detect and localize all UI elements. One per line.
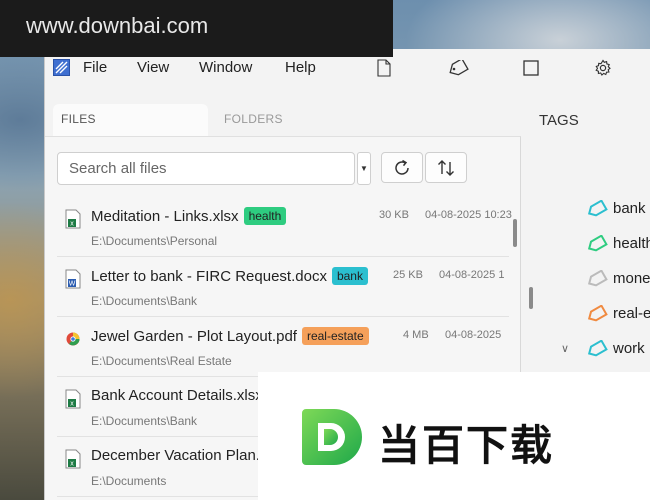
tag-icon [587,235,608,252]
file-path: E:\Documents\Bank [91,294,198,308]
watermark-banner-top: www.downbai.com [0,0,393,57]
tag-badge-health: health [243,207,287,225]
file-name: Meditation - Links.xlsx health [91,207,287,225]
sort-button[interactable] [425,152,467,183]
file-name: Jewel Garden - Plot Layout.pdf real-estat… [91,327,369,345]
excel-file-icon: x [65,209,81,229]
tag-badge-real-estate: real-estate [301,327,369,345]
file-path: E:\Documents [91,474,167,488]
tags-title: TAGS [539,112,579,129]
watermark-logo-icon [302,409,362,465]
file-size: 30 KB [379,209,409,221]
file-row-jewel-garden[interactable]: Jewel Garden - Plot Layout.pdf real-estat… [57,317,509,377]
file-path: E:\Documents\Personal [91,234,218,248]
file-name: December Vacation Plan.: [91,447,264,464]
file-date: 04-08-2025 10:23 [425,209,512,221]
file-date: 04-08-2025 1 [439,269,505,281]
app-logo-icon [53,59,70,76]
menu-view[interactable]: View [137,59,169,76]
file-row-meditation[interactable]: x Meditation - Links.xlsx health 30 KB 04… [57,197,512,257]
maximize-button[interactable] [520,57,542,79]
file-name-text: December Vacation Plan.: [91,447,265,464]
tag-label: bank [613,200,646,217]
chevron-down-icon[interactable]: ∨ [561,342,569,355]
menu-window[interactable]: Window [199,59,252,76]
tag-label: work [613,340,645,357]
file-path: E:\Documents\Bank [91,414,198,428]
file-size: 25 KB [393,269,423,281]
menu-help[interactable]: Help [285,59,316,76]
tag-button[interactable] [447,57,469,79]
settings-button[interactable] [592,57,614,79]
tab-files[interactable]: FILES [53,104,208,136]
file-list-scrollbar[interactable] [513,219,517,247]
file-name-text: Meditation - Links.xlsx [91,208,239,225]
tag-icon [449,60,469,76]
file-path: E:\Documents\Real Estate [91,354,232,368]
tag-icon [587,270,608,287]
caret-down-icon: ▼ [360,164,368,173]
menu-file[interactable]: File [83,59,107,76]
refresh-icon [395,159,409,175]
tag-label: health [613,235,650,252]
search-dropdown-button[interactable]: ▼ [357,152,371,185]
file-date: 04-08-2025 [445,329,502,341]
svg-text:x: x [70,461,74,468]
tag-icon [587,200,608,217]
search-input[interactable]: Search all files [57,152,355,185]
excel-file-icon: x [65,449,81,469]
file-icon [377,59,391,77]
svg-text:x: x [70,401,74,408]
tag-icon [587,340,608,357]
new-file-button[interactable] [373,57,395,79]
watermark-banner-bottom: 当百下载 [258,372,650,500]
watermark-url: www.downbai.com [26,13,209,38]
tag-label: mone [613,270,650,287]
svg-text:W: W [69,281,76,288]
file-name-text: Bank Account Details.xlsx [91,387,263,404]
file-name-text: Jewel Garden - Plot Layout.pdf [91,328,297,345]
panel-tabs: FILES FOLDERS [53,104,523,136]
file-name: Letter to bank - FIRC Request.docx bank [91,267,368,285]
tag-icon [587,305,608,322]
file-name-text: Letter to bank - FIRC Request.docx [91,268,327,285]
tab-folders[interactable]: FOLDERS [216,104,366,136]
pdf-file-icon [66,332,80,346]
file-size: 4 MB [403,329,429,341]
watermark-text: 当百下载 [378,421,555,470]
square-icon [523,60,539,76]
excel-file-icon: x [65,389,81,409]
word-file-icon: W [65,269,81,289]
refresh-button[interactable] [381,152,423,183]
tag-badge-bank: bank [331,267,368,285]
file-row-letter-to-bank[interactable]: W Letter to bank - FIRC Request.docx bank… [57,257,509,317]
tag-label: real-e [613,305,650,322]
svg-text:x: x [70,221,74,228]
file-name: Bank Account Details.xlsx [91,387,263,404]
gear-icon [595,59,611,76]
sort-arrows-icon [438,159,454,176]
